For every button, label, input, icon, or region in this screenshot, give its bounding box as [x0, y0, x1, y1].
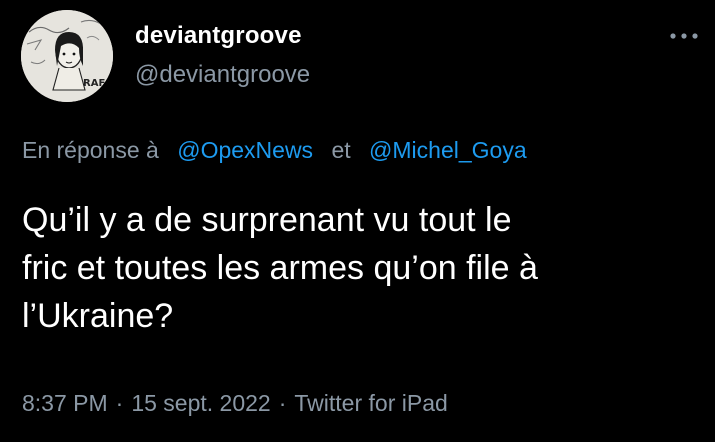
more-options-button[interactable]: [668, 26, 700, 46]
meta-separator: ·: [278, 390, 287, 416]
ellipsis-icon: [670, 33, 698, 39]
avatar[interactable]: RAF: [21, 10, 113, 102]
tweet-date[interactable]: 15 sept. 2022: [131, 390, 270, 416]
tweet-source: Twitter for iPad: [294, 390, 448, 416]
tweet-card: RAF deviantgroove @deviantgroove En répo…: [0, 0, 715, 442]
profile-avatar-sketch-icon: RAF: [21, 10, 113, 102]
tweet-text: Qu’il y a de surprenant vu tout le fric …: [22, 196, 712, 340]
tweet-text-line: Qu’il y a de surprenant vu tout le: [22, 201, 512, 239]
reply-conjunction: et: [331, 137, 351, 163]
tweet-time[interactable]: 8:37 PM: [22, 390, 108, 416]
author-display-name[interactable]: deviantgroove: [135, 22, 302, 50]
tweet-text-line: fric et toutes les armes qu’on file à: [22, 249, 538, 287]
author-handle[interactable]: @deviantgroove: [135, 61, 310, 89]
meta-separator: ·: [115, 390, 124, 416]
reply-prefix: En réponse à: [22, 137, 159, 163]
mention-michel-goya-link[interactable]: @Michel_Goya: [369, 137, 527, 163]
svg-text:RAF: RAF: [83, 78, 105, 89]
mention-opexnews-link[interactable]: @OpexNews: [177, 137, 313, 163]
tweet-text-line: l’Ukraine?: [22, 297, 174, 335]
reply-context: En réponse à @OpexNews et @Michel_Goya: [22, 137, 527, 164]
tweet-meta: 8:37 PM · 15 sept. 2022 · Twitter for iPad: [22, 390, 448, 417]
